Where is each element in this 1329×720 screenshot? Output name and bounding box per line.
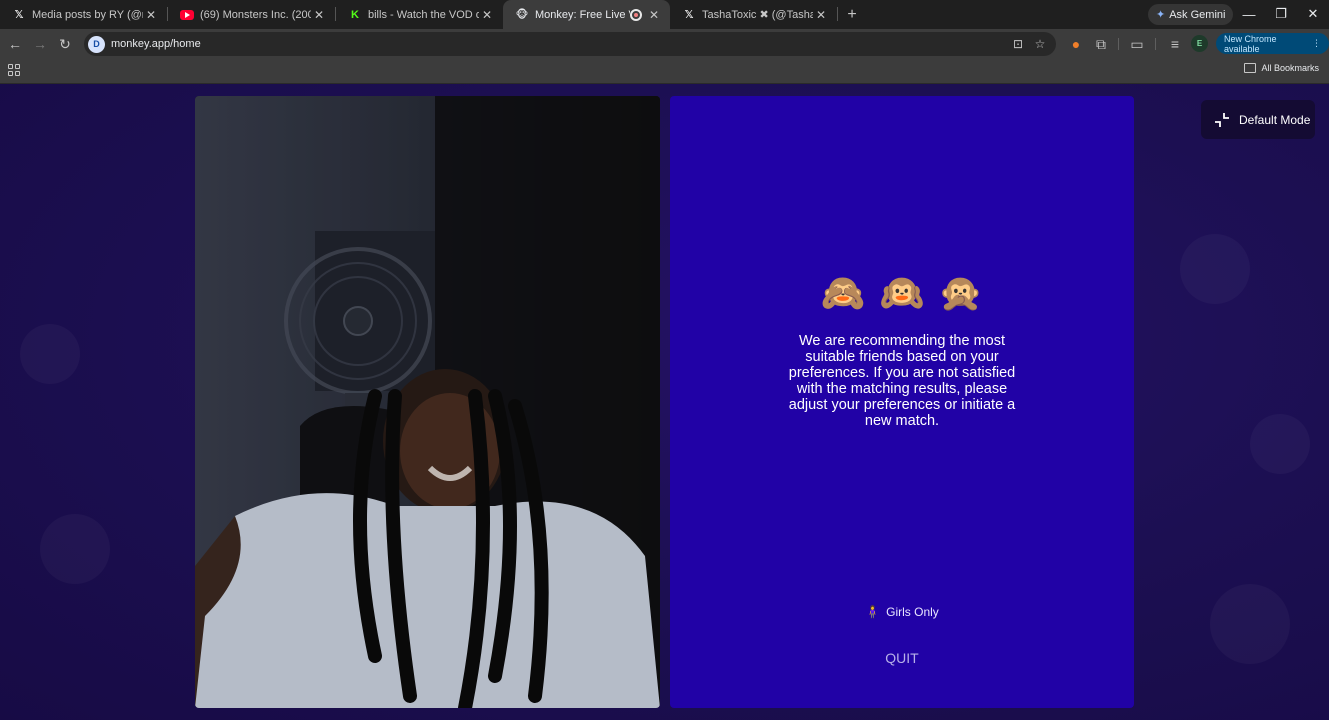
toolbar-divider <box>1155 38 1156 50</box>
bookmarks-bar: All Bookmarks <box>0 58 1329 84</box>
close-icon[interactable]: ✕ <box>646 7 662 23</box>
reload-icon[interactable]: ↻ <box>55 34 75 54</box>
bookmark-star-icon[interactable]: ☆ <box>1032 36 1048 52</box>
site-info-icon[interactable]: D <box>88 35 105 53</box>
ask-gemini-button[interactable]: ✦ Ask Gemini <box>1148 4 1234 25</box>
kick-icon: K <box>351 8 359 21</box>
gemini-sparkle-icon: ✦ <box>1156 9 1166 21</box>
close-window-button[interactable]: ✕ <box>1296 0 1329 28</box>
tab-strip: 𝕏 Media posts by RY (@ryygabrie ✕ (69) M… <box>0 0 1329 29</box>
forward-arrow-icon[interactable]: → <box>30 34 50 54</box>
all-bookmarks-label: All Bookmarks <box>1261 63 1319 73</box>
x-logo-icon: 𝕏 <box>14 9 24 21</box>
extension-icon[interactable]: ● <box>1066 34 1086 54</box>
update-label: New Chrome available <box>1224 33 1277 54</box>
close-icon[interactable]: ✕ <box>813 7 829 23</box>
monkey-app-page: 🙈 🙉 🙊 We are recommending the most suita… <box>0 84 1329 720</box>
hear-no-evil-monkey-icon: 🙉 <box>879 272 925 313</box>
ask-gemini-label: Ask Gemini <box>1169 8 1226 21</box>
speak-no-evil-monkey-icon: 🙊 <box>938 272 984 313</box>
media-controls-icon[interactable]: ≡ <box>1165 34 1185 54</box>
x-logo-icon: 𝕏 <box>684 9 694 21</box>
address-bar[interactable]: D monkey.app/home ⊡ ☆ <box>84 32 1056 56</box>
folder-icon <box>1244 63 1257 73</box>
filter-label: Girls Only <box>886 605 939 619</box>
more-menu-icon: ⋮ <box>1312 38 1321 48</box>
tab-monkey[interactable]: 🐵 Monkey: Free Live Video Ch ✕ <box>503 0 670 29</box>
background-monkey-pattern <box>20 324 80 384</box>
gender-filter[interactable]: 🧍‍♀️ Girls Only <box>670 605 1134 619</box>
girl-icon: 🧍‍♀️ <box>865 605 881 619</box>
new-tab-button[interactable]: + <box>838 0 866 29</box>
new-chrome-available-button[interactable]: New Chrome available ⋮ <box>1216 33 1329 54</box>
close-icon[interactable]: ✕ <box>479 7 495 23</box>
restore-button[interactable]: ❐ <box>1264 0 1298 28</box>
tab-title: bills - Watch the VOD on Kick <box>368 8 479 21</box>
camera-frame-illustration <box>195 96 660 708</box>
tab-tashatoxic[interactable]: 𝕏 TashaToxic ✖ (@TashaToxic ✕ <box>670 0 837 29</box>
match-panel: 🙈 🙉 🙊 We are recommending the most suita… <box>670 96 1134 708</box>
url-text[interactable]: monkey.app/home <box>111 38 201 50</box>
quit-button[interactable]: QUIT <box>870 646 934 670</box>
background-monkey-pattern <box>1210 584 1290 664</box>
matching-message: We are recommending the most suitable fr… <box>788 333 1016 429</box>
close-icon[interactable]: ✕ <box>143 7 159 23</box>
toolbar-divider <box>1118 38 1119 50</box>
recording-indicator-icon <box>630 8 642 21</box>
tab-title: TashaToxic ✖ (@TashaToxic <box>702 9 813 21</box>
all-bookmarks-button[interactable]: All Bookmarks <box>1244 63 1319 73</box>
monkey-emoji-row: 🙈 🙉 🙊 <box>670 272 1134 314</box>
close-icon[interactable]: ✕ <box>311 7 327 23</box>
collapse-arrows-icon <box>1215 112 1229 127</box>
install-app-icon[interactable]: ⊡ <box>1010 36 1026 52</box>
youtube-icon <box>180 8 194 22</box>
browser-toolbar: ← → ↻ D monkey.app/home ⊡ ☆ ● ⧉ ▭ ≡ E Ne… <box>0 29 1329 58</box>
local-video-feed <box>195 96 660 708</box>
tab-youtube[interactable]: (69) Monsters Inc. (2001) - I'm s ✕ <box>168 0 335 29</box>
mode-label: Default Mode <box>1239 112 1311 127</box>
background-monkey-pattern <box>1250 414 1310 474</box>
tab-title: Monkey: Free Live Video Ch <box>535 8 630 21</box>
background-monkey-pattern <box>1180 234 1250 304</box>
apps-grid-icon[interactable] <box>8 64 20 76</box>
tab-kick[interactable]: K bills - Watch the VOD on Kick ✕ <box>336 0 503 29</box>
tab-media-posts[interactable]: 𝕏 Media posts by RY (@ryygabrie ✕ <box>0 0 167 29</box>
back-arrow-icon[interactable]: ← <box>5 34 25 54</box>
tab-title: (69) Monsters Inc. (2001) - I'm s <box>200 8 311 21</box>
background-monkey-pattern <box>40 514 110 584</box>
profile-avatar[interactable]: E <box>1191 35 1208 52</box>
default-mode-button[interactable]: Default Mode <box>1201 100 1315 139</box>
monkey-icon: 🐵 <box>515 9 529 21</box>
extensions-puzzle-icon[interactable]: ⧉ <box>1091 34 1111 54</box>
minimize-button[interactable]: — <box>1232 0 1266 28</box>
cast-icon[interactable]: ▭ <box>1127 34 1147 54</box>
tab-title: Media posts by RY (@ryygabrie <box>32 8 143 21</box>
see-no-evil-monkey-icon: 🙈 <box>820 272 866 313</box>
